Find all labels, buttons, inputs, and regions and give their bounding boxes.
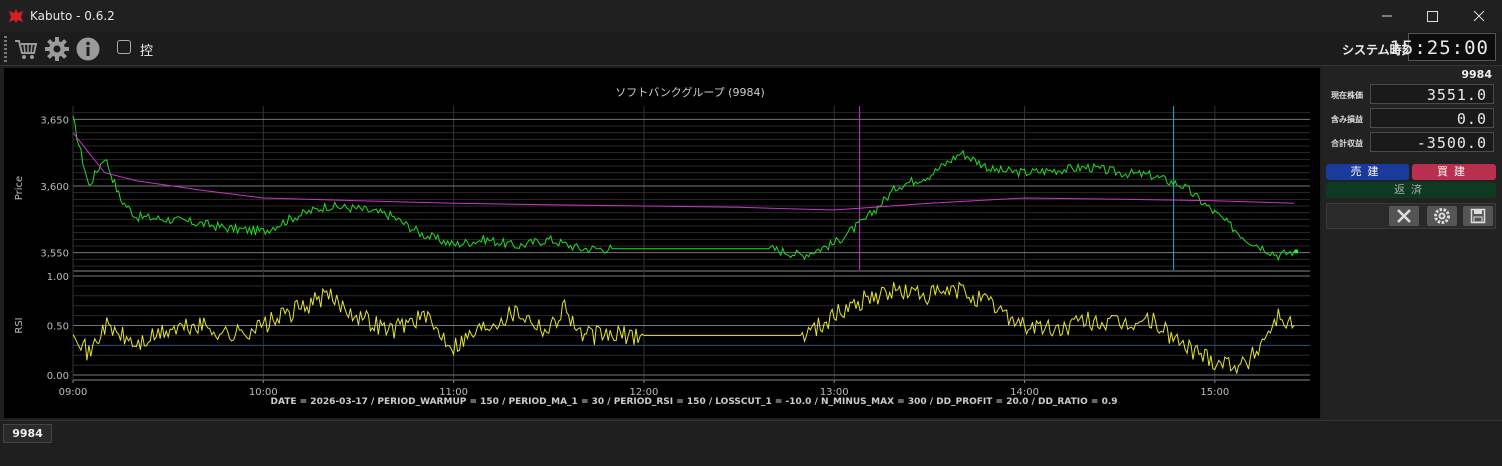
rsi-axis-title: RSI [14, 317, 25, 333]
chart-svg: ソフトバンクグループ (9984) 3,650 3,600 3,550 1.00 0.50… [14, 85, 1310, 407]
price-tick-label: 3,600 [40, 182, 69, 193]
checkbox-label: 控 [140, 44, 154, 59]
minimize-button[interactable] [1364, 0, 1410, 32]
rsi-tick-label: 1.00 [47, 272, 69, 283]
tools-button[interactable] [1389, 206, 1419, 226]
unrealized-pl-label: 含み損益 [1331, 115, 1363, 124]
ticker-code: 9984 [1461, 68, 1492, 81]
total-profit-field: -3500.0 [1370, 132, 1494, 152]
buy-button[interactable]: 買建 [1412, 164, 1496, 180]
chart-parameters-footer: DATE = 2026-03-17 / PERIOD_WARMUP = 150 … [270, 397, 1117, 407]
toolbar-grip[interactable] [4, 36, 7, 62]
tools-icon [1397, 209, 1411, 223]
status-bar: 9984 [0, 420, 1502, 466]
price-tick-label: 3,650 [40, 115, 69, 126]
settings-button[interactable] [1427, 206, 1457, 226]
maximize-button[interactable] [1410, 0, 1456, 32]
chart-panel: ソフトバンクグループ (9984) 3,650 3,600 3,550 1.00 0.50… [4, 68, 1320, 418]
total-profit-value: -3500.0 [1416, 134, 1487, 152]
unrealized-pl-field: 0.0 [1370, 108, 1494, 128]
total-profit-label: 合計収益 [1331, 139, 1363, 148]
current-price-field: 3551.0 [1370, 84, 1494, 104]
toolbar: 控 システム時刻 [0, 32, 1502, 66]
rsi-tick-label: 0.00 [47, 371, 69, 382]
side-panel: 9984 現在株価 3551.0 含み損益 0.0 合計収益 -3500.0 売… [1322, 66, 1502, 420]
price-tick-label: 3,550 [40, 249, 69, 260]
moving-average-line [72, 132, 1295, 211]
current-price-value: 3551.0 [1426, 86, 1487, 104]
gear-icon[interactable] [44, 36, 70, 62]
price-line [72, 115, 1295, 262]
x-tick-label: 09:00 [59, 387, 88, 398]
close-icon [1473, 10, 1485, 22]
unrealized-pl-value: 0.0 [1456, 110, 1487, 128]
x-tick-label: 15:00 [1200, 387, 1229, 398]
info-icon[interactable] [75, 36, 101, 62]
save-icon [1470, 208, 1486, 224]
maximize-icon [1427, 11, 1438, 22]
ticker-tab-9984[interactable]: 9984 [3, 424, 52, 443]
control-checkbox[interactable] [117, 40, 131, 54]
current-price-label: 現在株価 [1331, 91, 1363, 100]
kabuto-logo-icon [9, 9, 23, 23]
rsi-tick-label: 0.50 [47, 322, 69, 333]
cart-icon[interactable] [13, 36, 39, 62]
minimize-icon [1382, 15, 1392, 17]
chart-title: ソフトバンクグループ (9984) [615, 85, 765, 99]
gear-icon [1434, 208, 1450, 224]
last-price-marker [1294, 249, 1299, 254]
app-title: Kabuto - 0.6.2 [30, 9, 115, 23]
price-axis-title: Price [14, 176, 25, 200]
title-bar: Kabuto - 0.6.2 [0, 0, 1502, 32]
save-button[interactable] [1463, 206, 1493, 226]
close-button[interactable] [1456, 0, 1502, 32]
tools-bar [1326, 203, 1496, 229]
repay-button[interactable]: 返済 [1326, 182, 1496, 198]
system-clock-value: 15:25:00 [1389, 37, 1489, 59]
sell-button[interactable]: 売建 [1326, 164, 1409, 180]
system-clock: 15:25:00 [1389, 33, 1496, 61]
